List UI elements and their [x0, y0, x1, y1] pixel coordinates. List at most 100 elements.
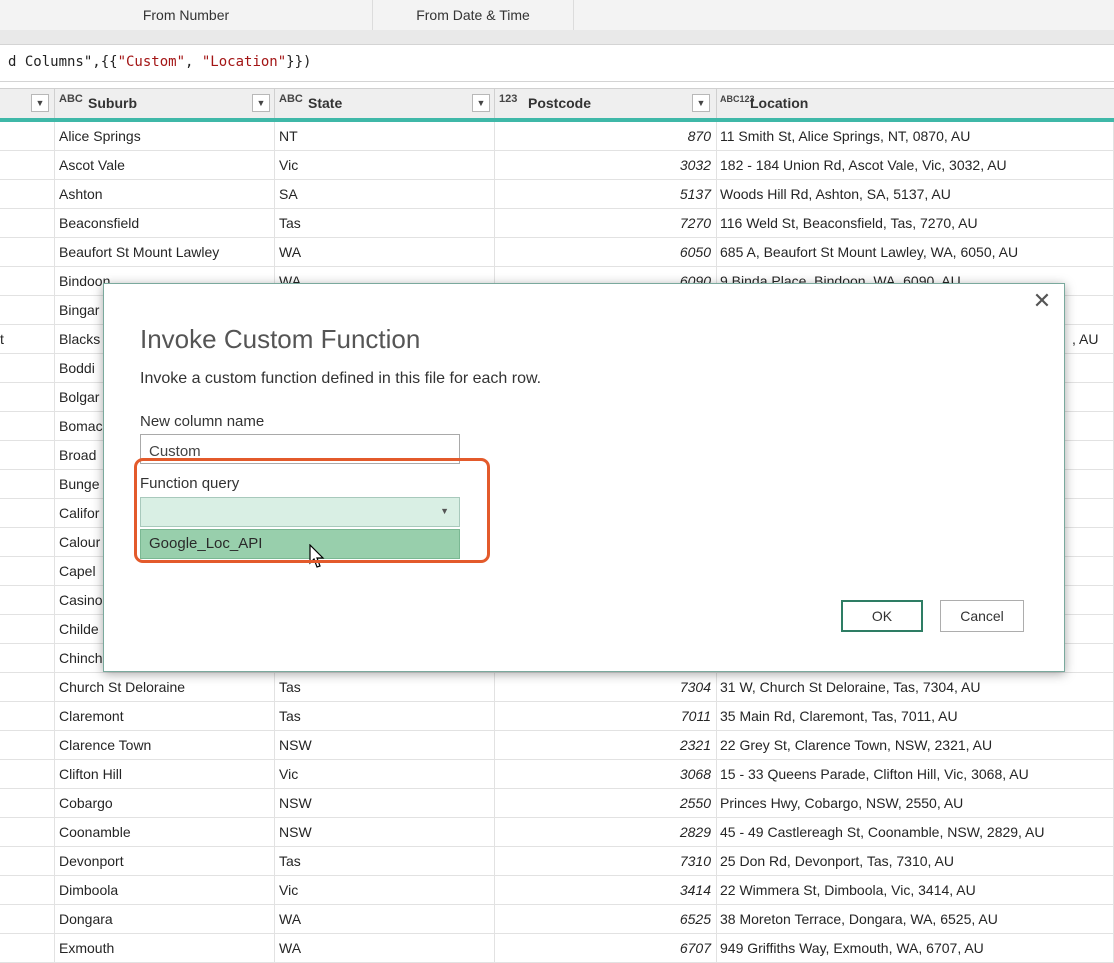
table-row[interactable]: Ashton SA 5137 Woods Hill Rd, Ashton, SA, 5… [0, 180, 1114, 209]
row-left-cell[interactable]: t [0, 325, 55, 354]
filter-dropdown-icon[interactable]: ▼ [252, 94, 270, 112]
column-header-state[interactable]: ABC State ▼ [275, 89, 495, 119]
state-cell[interactable]: WA [275, 905, 495, 934]
text-type-icon[interactable]: ABC [59, 94, 83, 105]
postcode-cell[interactable]: 3068 [495, 760, 717, 789]
table-row[interactable]: Beaufort St Mount Lawley WA 6050 685 A, Bea… [0, 238, 1114, 267]
postcode-cell[interactable]: 3032 [495, 151, 717, 180]
row-left-cell[interactable] [0, 499, 55, 528]
suburb-cell[interactable]: Clifton Hill [55, 760, 275, 789]
formula-bar[interactable]: d Columns",{{"Custom", "Location"}}) [0, 45, 1114, 82]
row-left-cell[interactable] [0, 122, 55, 151]
table-row[interactable]: Devonport Tas 7310 25 Don Rd, Devonport, Ta… [0, 847, 1114, 876]
suburb-cell[interactable]: Clarence Town [55, 731, 275, 760]
location-cell[interactable]: 685 A, Beaufort St Mount Lawley, WA, 605… [717, 238, 1114, 267]
state-cell[interactable]: WA [275, 934, 495, 963]
table-row[interactable]: Ascot Vale Vic 3032 182 - 184 Union Rd, Asc… [0, 151, 1114, 180]
state-cell[interactable]: Tas [275, 209, 495, 238]
suburb-cell[interactable]: Ashton [55, 180, 275, 209]
text-type-icon[interactable]: ABC [279, 94, 303, 105]
suburb-cell[interactable]: Devonport [55, 847, 275, 876]
location-cell[interactable]: 949 Griffiths Way, Exmouth, WA, 6707, AU [717, 934, 1114, 963]
postcode-cell[interactable]: 7011 [495, 702, 717, 731]
postcode-cell[interactable]: 3414 [495, 876, 717, 905]
state-cell[interactable]: NSW [275, 789, 495, 818]
column-header-suburb[interactable]: ABC Suburb ▼ [55, 89, 275, 119]
column-header-location[interactable]: ABC123 Location [717, 89, 1114, 119]
number-type-icon[interactable]: 123 [499, 94, 517, 105]
row-left-cell[interactable] [0, 586, 55, 615]
location-cell[interactable]: 182 - 184 Union Rd, Ascot Vale, Vic, 303… [717, 151, 1114, 180]
row-left-cell[interactable] [0, 760, 55, 789]
row-left-cell[interactable] [0, 818, 55, 847]
postcode-cell[interactable]: 870 [495, 122, 717, 151]
row-left-cell[interactable] [0, 789, 55, 818]
suburb-cell[interactable]: Exmouth [55, 934, 275, 963]
postcode-cell[interactable]: 2550 [495, 789, 717, 818]
table-row[interactable]: Claremont Tas 7011 35 Main Rd, Claremont, T… [0, 702, 1114, 731]
row-left-cell[interactable] [0, 180, 55, 209]
location-cell[interactable]: 22 Wimmera St, Dimboola, Vic, 3414, AU [717, 876, 1114, 905]
state-cell[interactable]: NT [275, 122, 495, 151]
row-left-cell[interactable] [0, 238, 55, 267]
state-cell[interactable]: NSW [275, 731, 495, 760]
row-left-cell[interactable] [0, 528, 55, 557]
state-cell[interactable]: Vic [275, 151, 495, 180]
postcode-cell[interactable]: 5137 [495, 180, 717, 209]
table-row[interactable]: Coonamble NSW 2829 45 - 49 Castlereagh St, … [0, 818, 1114, 847]
postcode-cell[interactable]: 6050 [495, 238, 717, 267]
state-cell[interactable]: Tas [275, 702, 495, 731]
state-cell[interactable]: Tas [275, 673, 495, 702]
suburb-cell[interactable]: Cobargo [55, 789, 275, 818]
suburb-cell[interactable]: Beaufort St Mount Lawley [55, 238, 275, 267]
postcode-cell[interactable]: 2829 [495, 818, 717, 847]
row-left-cell[interactable] [0, 412, 55, 441]
suburb-cell[interactable]: Claremont [55, 702, 275, 731]
location-cell[interactable]: 38 Moreton Terrace, Dongara, WA, 6525, A… [717, 905, 1114, 934]
postcode-cell[interactable]: 7270 [495, 209, 717, 238]
location-cell[interactable]: 45 - 49 Castlereagh St, Coonamble, NSW, … [717, 818, 1114, 847]
formula-text[interactable]: d Columns",{{"Custom", "Location"}}) [8, 54, 311, 70]
table-row[interactable]: Beaconsfield Tas 7270 116 Weld St, Beaconsf… [0, 209, 1114, 238]
suburb-cell[interactable]: Dimboola [55, 876, 275, 905]
suburb-cell[interactable]: Alice Springs [55, 122, 275, 151]
state-cell[interactable]: WA [275, 238, 495, 267]
filter-dropdown-icon[interactable]: ▼ [472, 94, 490, 112]
postcode-cell[interactable]: 7304 [495, 673, 717, 702]
postcode-cell[interactable]: 7310 [495, 847, 717, 876]
postcode-cell[interactable]: 2321 [495, 731, 717, 760]
location-cell[interactable]: 25 Don Rd, Devonport, Tas, 7310, AU [717, 847, 1114, 876]
from-date-time-button[interactable]: From Date & Time [373, 0, 573, 30]
column-header-postcode[interactable]: 123 Postcode ▼ [495, 89, 717, 119]
row-left-cell[interactable] [0, 441, 55, 470]
from-number-button[interactable]: From Number [0, 0, 372, 30]
location-cell[interactable]: 31 W, Church St Deloraine, Tas, 7304, AU [717, 673, 1114, 702]
row-left-cell[interactable] [0, 209, 55, 238]
table-row[interactable]: Exmouth WA 6707 949 Griffiths Way, Exmouth,… [0, 934, 1114, 963]
filter-dropdown-icon[interactable]: ▼ [692, 94, 710, 112]
row-left-cell[interactable] [0, 876, 55, 905]
table-row[interactable]: Alice Springs NT 870 11 Smith St, Alice Spr… [0, 122, 1114, 151]
location-cell[interactable]: Woods Hill Rd, Ashton, SA, 5137, AU [717, 180, 1114, 209]
location-cell[interactable]: 116 Weld St, Beaconsfield, Tas, 7270, AU [717, 209, 1114, 238]
row-left-cell[interactable] [0, 702, 55, 731]
table-row[interactable]: Cobargo NSW 2550 Princes Hwy, Cobargo, NSW,… [0, 789, 1114, 818]
suburb-cell[interactable]: Coonamble [55, 818, 275, 847]
row-left-cell[interactable] [0, 557, 55, 586]
row-left-cell[interactable] [0, 296, 55, 325]
location-cell[interactable]: 22 Grey St, Clarence Town, NSW, 2321, AU [717, 731, 1114, 760]
filter-dropdown-icon[interactable]: ▼ [31, 94, 49, 112]
state-cell[interactable]: NSW [275, 818, 495, 847]
table-row[interactable]: Clifton Hill Vic 3068 15 - 33 Queens Parade… [0, 760, 1114, 789]
location-cell[interactable]: 11 Smith St, Alice Springs, NT, 0870, AU [717, 122, 1114, 151]
state-cell[interactable]: Vic [275, 760, 495, 789]
row-left-cell[interactable] [0, 731, 55, 760]
row-left-cell[interactable] [0, 905, 55, 934]
postcode-cell[interactable]: 6525 [495, 905, 717, 934]
cancel-button[interactable]: Cancel [940, 600, 1024, 632]
suburb-cell[interactable]: Ascot Vale [55, 151, 275, 180]
row-left-cell[interactable] [0, 615, 55, 644]
suburb-cell[interactable]: Dongara [55, 905, 275, 934]
postcode-cell[interactable]: 6707 [495, 934, 717, 963]
row-left-cell[interactable] [0, 847, 55, 876]
